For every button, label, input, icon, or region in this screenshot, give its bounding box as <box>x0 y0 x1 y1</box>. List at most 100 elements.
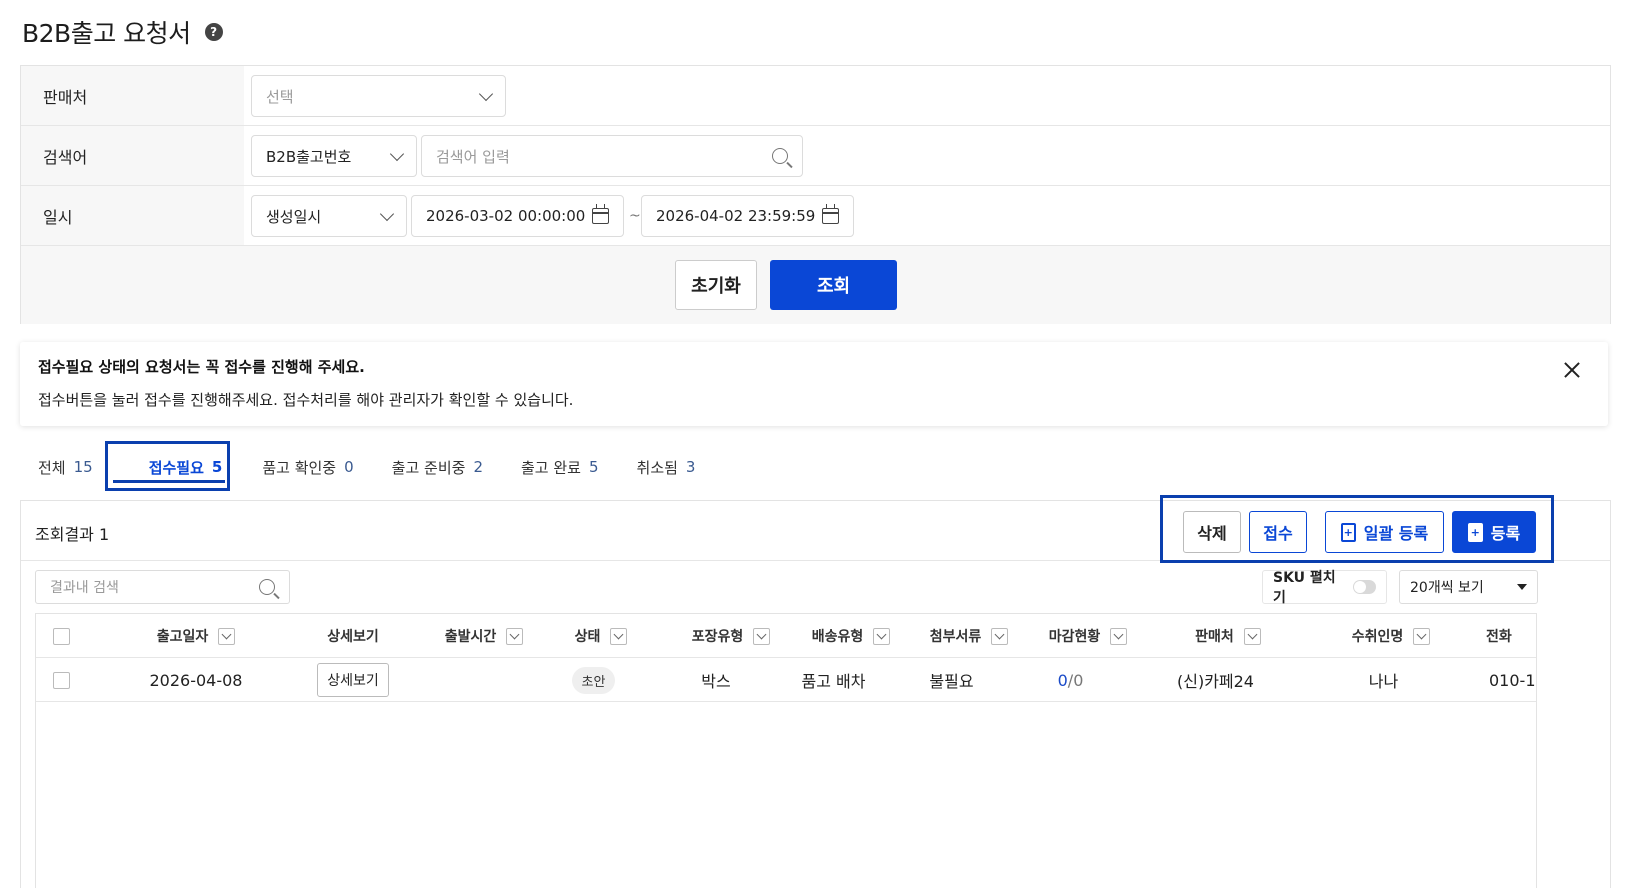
col-status: 상태 <box>551 614 651 658</box>
column-filter-icon[interactable] <box>506 627 524 645</box>
col-label: 수취인명 <box>1351 629 1404 645</box>
tab-all[interactable]: 전체 15 <box>20 449 111 485</box>
cell-seller: (신)카페24 <box>1176 672 1254 691</box>
chevron-down-icon <box>389 146 405 161</box>
results-table: 출고일자 상세보기 출발시간 상태 포장유형 배송유형 첨부서류 마감현황 판매… <box>35 613 1537 888</box>
tab-cancelled[interactable]: 취소됨 3 <box>619 449 714 485</box>
cell-status: 초안 <box>551 658 636 702</box>
page-size-value: 20개씩 보기 <box>1410 580 1484 596</box>
col-seller: 판매처 <box>1158 614 1298 658</box>
select-all-cell <box>36 614 86 658</box>
result-search-input[interactable]: 결과내 검색 <box>35 570 290 604</box>
tab-label: 출고 완료 <box>521 458 581 477</box>
accept-button[interactable]: 접수 <box>1249 511 1307 553</box>
calendar-icon[interactable] <box>592 204 609 224</box>
seller-select-value: 선택 <box>266 87 294 106</box>
results-header: 조회결과 1 삭제 접수 + 일괄 등록 + 등록 <box>21 495 1610 563</box>
sku-toggle-label: SKU 펼치기 <box>1273 570 1336 606</box>
search-icon[interactable] <box>772 148 788 164</box>
col-label: 상태 <box>574 629 601 645</box>
register-button[interactable]: + 등록 <box>1452 511 1536 553</box>
tab-count: 5 <box>211 458 223 476</box>
tab-preparing[interactable]: 출고 준비중 2 <box>374 449 501 485</box>
column-filter-icon[interactable] <box>991 627 1009 645</box>
seller-select[interactable]: 선택 <box>251 75 506 117</box>
filter-row-date: 일시 생성일시 2026-03-02 00:00:00 ~ 2026-04-02… <box>21 186 1610 246</box>
sku-expand-toggle[interactable]: SKU 펼치기 <box>1262 570 1387 606</box>
table-row[interactable]: 2026-04-08 상세보기 초안 박스 품고 배차 불필요 0/0 (신)카… <box>36 658 1536 702</box>
chevron-down-icon <box>478 86 494 101</box>
tab-label: 접수필요 <box>148 458 204 477</box>
search-button[interactable]: 조회 <box>770 260 897 310</box>
row-checkbox[interactable] <box>52 671 70 689</box>
column-filter-icon[interactable] <box>1110 627 1128 645</box>
calendar-icon[interactable] <box>822 204 839 224</box>
keyword-input[interactable]: 검색어 입력 <box>421 135 803 177</box>
date-type-select[interactable]: 생성일시 <box>251 195 407 237</box>
column-filter-icon[interactable] <box>610 627 628 645</box>
col-recipient: 수취인명 <box>1316 614 1466 658</box>
tab-label: 품고 확인중 <box>262 458 337 477</box>
column-filter-icon[interactable] <box>218 627 236 645</box>
delete-button[interactable]: 삭제 <box>1183 511 1241 553</box>
col-detail: 상세보기 <box>313 614 393 658</box>
reset-button[interactable]: 초기화 <box>675 260 757 310</box>
date-type-value: 생성일시 <box>266 207 322 226</box>
keyword-type-select[interactable]: B2B출고번호 <box>251 135 417 177</box>
tab-label: 출고 준비중 <box>391 458 466 477</box>
chevron-down-icon <box>379 206 395 221</box>
notice-title: 접수필요 상태의 요청서는 꼭 접수를 진행해 주세요. <box>38 358 365 376</box>
tab-needs-acceptance[interactable]: 접수필요 5 <box>131 449 241 485</box>
help-icon[interactable]: ? <box>204 23 223 41</box>
search-icon[interactable] <box>259 579 275 595</box>
tab-count: 2 <box>473 458 483 476</box>
tab-shipped[interactable]: 출고 완료 5 <box>503 449 617 485</box>
col-deadline: 마감현황 <box>1018 614 1158 658</box>
keyword-type-value: B2B출고번호 <box>266 147 352 166</box>
end-date-value: 2026-04-02 23:59:59 <box>656 207 816 225</box>
column-filter-icon[interactable] <box>1413 627 1431 645</box>
results-panel: 조회결과 1 삭제 접수 + 일괄 등록 + 등록 결과내 검색 SKU 펼치기… <box>20 495 1611 888</box>
caret-down-icon <box>1517 584 1527 590</box>
detail-button[interactable]: 상세보기 <box>317 663 389 697</box>
page-header: B2B출고 요청서 ? <box>22 14 223 50</box>
col-label: 출고일자 <box>156 629 209 645</box>
col-label: 첨부서류 <box>929 629 982 645</box>
close-icon[interactable] <box>1564 362 1580 378</box>
select-all-checkbox[interactable] <box>52 627 70 645</box>
page-size-select[interactable]: 20개씩 보기 <box>1399 570 1538 604</box>
notice-banner: 접수필요 상태의 요청서는 꼭 접수를 진행해 주세요. 접수버튼을 눌러 접수… <box>20 342 1608 426</box>
cell-ship-date: 2026-04-08 <box>149 670 243 690</box>
filter-row-keyword: 검색어 B2B출고번호 검색어 입력 <box>21 126 1610 186</box>
col-packing: 포장유형 <box>661 614 801 658</box>
tab-label: 취소됨 <box>636 458 678 477</box>
results-count: 조회결과 1 <box>35 525 110 544</box>
column-filter-icon[interactable] <box>1243 627 1261 645</box>
bulk-register-button[interactable]: + 일괄 등록 <box>1325 511 1444 553</box>
end-date-input[interactable]: 2026-04-02 23:59:59 <box>641 195 854 237</box>
deadline-done: 0 <box>1057 670 1068 690</box>
document-plus-icon: + <box>1467 522 1483 542</box>
result-search-placeholder: 결과내 검색 <box>50 580 119 596</box>
notice-body: 접수버튼을 눌러 접수를 진행해주세요. 접수처리를 해야 관리자가 확인할 수… <box>38 391 574 409</box>
column-filter-icon[interactable] <box>873 627 891 645</box>
col-label: 전화 <box>1486 629 1512 645</box>
tab-count: 3 <box>685 458 696 476</box>
tab-checking[interactable]: 품고 확인중 0 <box>244 449 371 485</box>
row-select-cell <box>36 658 86 702</box>
deadline-total: /0 <box>1067 670 1084 690</box>
start-date-input[interactable]: 2026-03-02 00:00:00 <box>411 195 624 237</box>
cell-packing: 박스 <box>701 672 731 691</box>
col-label: 배송유형 <box>811 629 864 645</box>
cell-recipient: 나나 <box>1368 672 1399 691</box>
tab-label: 전체 <box>38 458 66 477</box>
cell-detail: 상세보기 <box>313 658 393 702</box>
col-phone: 전화 <box>1486 614 1536 658</box>
keyword-label: 검색어 <box>21 126 244 185</box>
toggle-switch[interactable] <box>1353 580 1376 594</box>
status-badge: 초안 <box>571 666 616 694</box>
cell-deadline: 0/0 <box>1018 658 1123 702</box>
filter-panel: 판매처 선택 검색어 B2B출고번호 검색어 입력 일시 생성일시 2026-0… <box>20 65 1611 324</box>
column-filter-icon[interactable] <box>753 627 771 645</box>
register-label: 등록 <box>1490 524 1521 543</box>
